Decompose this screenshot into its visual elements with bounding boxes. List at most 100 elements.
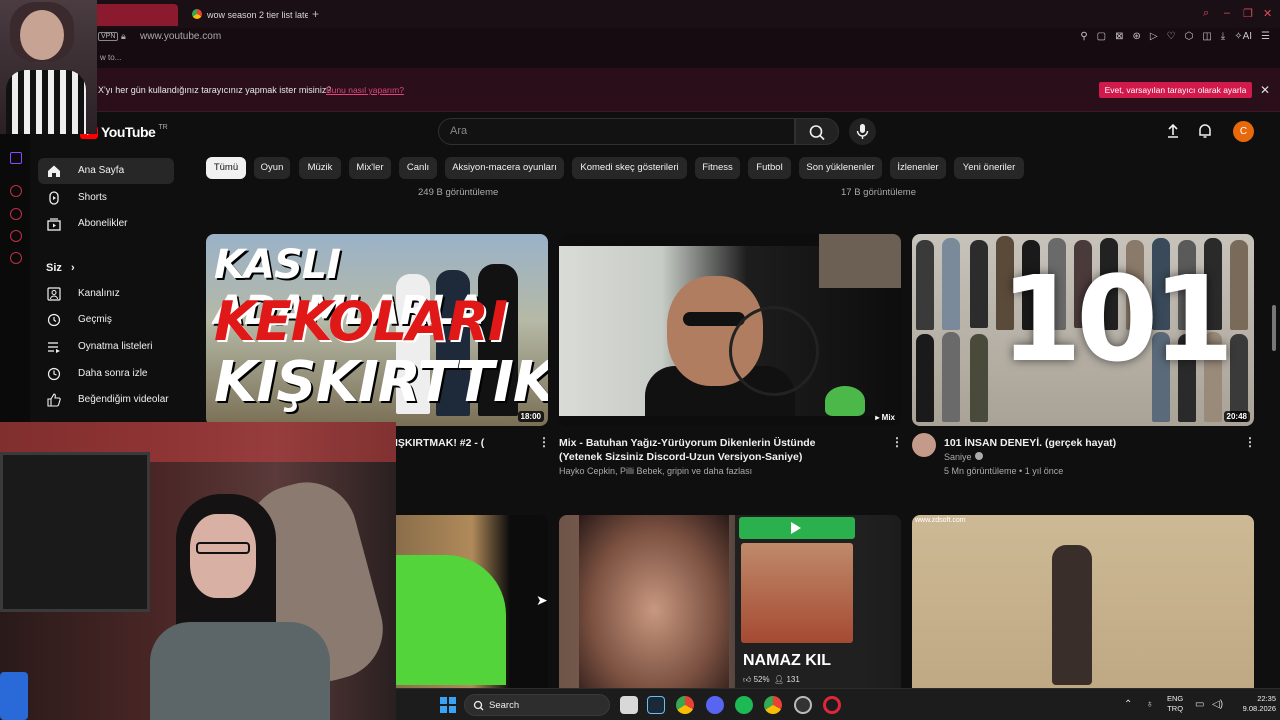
volume-icon[interactable]: ◁): [1212, 699, 1223, 710]
sidebar-item-watch-later[interactable]: Daha sonra izle: [38, 361, 174, 387]
spotify-icon[interactable]: [735, 696, 753, 714]
chip-all[interactable]: Tümü: [206, 157, 246, 179]
sidebar-item-liked[interactable]: Beğendiğim videolar: [38, 387, 174, 413]
more-options-icon[interactable]: ⋮: [1244, 435, 1256, 449]
wallet-icon[interactable]: ◫: [1202, 31, 1211, 42]
play-button-icon: [739, 517, 855, 539]
player-sidebar-icon[interactable]: [10, 185, 22, 197]
voice-search-button[interactable]: [849, 118, 876, 145]
chip-music[interactable]: Müzik: [299, 157, 341, 179]
player-icon[interactable]: ▷: [1150, 31, 1158, 42]
video-thumbnail-namaz[interactable]: NAMAZ KIL 👍︎ 52% 👤︎ 131: [559, 515, 901, 688]
download-icon[interactable]: ⤓: [1221, 31, 1225, 42]
snapshot-icon[interactable]: ▢: [1097, 31, 1106, 42]
clock-time: 22:35: [1257, 694, 1276, 703]
set-default-browser-button[interactable]: Evet, varsayılan tarayıcı olarak ayarla: [1099, 82, 1252, 98]
new-tab-button[interactable]: +: [312, 8, 324, 20]
video-thumbnail-game[interactable]: www.zdsoft.com: [912, 515, 1254, 688]
chip-action-adventure[interactable]: Aksiyon-macera oyunları: [445, 157, 564, 179]
vpn-badge[interactable]: VPN: [98, 32, 119, 41]
page-scrollbar[interactable]: [1272, 305, 1276, 351]
chip-live[interactable]: Canlı: [399, 157, 437, 179]
extensions-icon[interactable]: ⬡: [1185, 31, 1194, 42]
infobar-close-icon[interactable]: ✕: [1260, 83, 1270, 97]
channel-name[interactable]: Saniye: [944, 452, 983, 462]
mic-tray-icon[interactable]: ♁: [1146, 699, 1154, 710]
url-field[interactable]: www.youtube.com: [140, 31, 221, 42]
sidebar-item-channel[interactable]: Kanalınız: [38, 281, 174, 307]
bookmark-item[interactable]: w to...: [100, 53, 121, 62]
address-bar: VPN 🔒︎ www.youtube.com ⚲ ▢ ⊠ ⊛ ▷ ♡ ⬡ ◫ ⤓…: [0, 28, 1280, 48]
chip-recently-uploaded[interactable]: Son yüklenenler: [799, 157, 882, 179]
chip-games[interactable]: Oyun: [254, 157, 290, 179]
verified-icon: [974, 452, 983, 460]
close-window-button[interactable]: ✕: [1263, 7, 1272, 20]
network-icon[interactable]: ▭: [1195, 699, 1204, 710]
tab-bar: be wow season 2 tier list lates + ⌕ – ❐ …: [0, 0, 1280, 28]
notifications-button[interactable]: [1196, 122, 1214, 140]
sidebar-item-shorts[interactable]: Shorts: [38, 185, 174, 211]
chip-watched[interactable]: İzlenenler: [890, 157, 946, 179]
video-thumbnail-cartoon[interactable]: [396, 515, 548, 688]
windows-start-icon[interactable]: [440, 697, 456, 713]
sidebar-section-you[interactable]: Siz ›: [46, 262, 75, 274]
sidebar-item-label: Oynatma listeleri: [78, 341, 153, 352]
sidebar-item-home[interactable]: Ana Sayfa: [38, 158, 174, 184]
chrome-icon-2[interactable]: [764, 696, 782, 714]
extensions-sidebar-icon[interactable]: [10, 230, 22, 242]
more-options-icon[interactable]: ⋮: [538, 435, 550, 449]
video-thumbnail-101[interactable]: 101 20:48: [912, 234, 1254, 426]
upload-button[interactable]: [1164, 122, 1182, 140]
sidebar-item-subscriptions[interactable]: Abonelikler: [38, 211, 174, 237]
tray-overflow-icon[interactable]: ⌃: [1124, 699, 1132, 710]
chip-fitness[interactable]: Fitness: [695, 157, 740, 179]
discord-icon[interactable]: [706, 696, 724, 714]
minimize-button[interactable]: –: [1224, 7, 1230, 19]
history-sidebar-icon[interactable]: [10, 208, 22, 220]
sidebar-item-playlists[interactable]: Oynatma listeleri: [38, 334, 174, 360]
chip-sketch-comedy[interactable]: Komedi skeç gösterileri: [572, 157, 687, 179]
video-title[interactable]: 101 İNSAN DENEYİ. (gerçek hayat): [944, 436, 1224, 450]
twitch-icon[interactable]: [10, 152, 22, 164]
sidebar-item-history[interactable]: Geçmiş: [38, 307, 174, 333]
video-title[interactable]: Mix - Batuhan Yağız-Yürüyorum Dikenlerin…: [559, 436, 859, 464]
infobar-help-link[interactable]: Bunu nasıl yaparım?: [326, 85, 404, 95]
chip-mixes[interactable]: Mix'ler: [349, 157, 391, 179]
search-input[interactable]: Ara: [438, 118, 795, 145]
search-button[interactable]: [795, 118, 839, 145]
lock-icon[interactable]: 🔒︎: [121, 31, 129, 41]
pepe-emote: [825, 386, 865, 416]
more-options-icon[interactable]: ⋮: [891, 435, 903, 449]
video-thumbnail-kasli[interactable]: KASLI ADAMLARLA KEKOLARI KIŞKIRTTIK 18:0…: [206, 234, 548, 426]
task-view-icon[interactable]: [620, 696, 638, 714]
video-thumbnail-mix[interactable]: ▸ Mix: [559, 234, 901, 426]
account-avatar[interactable]: C: [1233, 121, 1254, 142]
clock[interactable]: 22:35 9.08.2026: [1232, 694, 1276, 714]
mix-label: Mix: [881, 413, 895, 422]
ai-label: AI: [1242, 31, 1253, 42]
adblock-icon[interactable]: ⊠: [1115, 31, 1123, 42]
chip-football[interactable]: Futbol: [748, 157, 791, 179]
bookmark-heart-icon[interactable]: ♡: [1167, 31, 1176, 42]
channel-avatar[interactable]: [912, 433, 936, 457]
glasses: [196, 542, 250, 554]
sidebar-item-label: Shorts: [78, 192, 107, 203]
settings-sidebar-icon[interactable]: [10, 252, 22, 264]
opera-gx-icon[interactable]: [823, 696, 841, 714]
menu-icon[interactable]: ☰: [1261, 31, 1270, 42]
language-indicator[interactable]: ENG TRQ: [1167, 694, 1183, 714]
maximize-button[interactable]: ❐: [1243, 7, 1253, 20]
chip-new-to-you[interactable]: Yeni öneriler: [954, 157, 1024, 179]
thumb-text-line3: KIŞKIRTTIK: [214, 350, 548, 415]
obs-icon[interactable]: [794, 696, 812, 714]
steam-icon[interactable]: [647, 696, 665, 714]
ai-button[interactable]: ✧AI: [1234, 31, 1252, 42]
pin-icon[interactable]: ⚲: [1080, 31, 1087, 42]
video-title[interactable]: IŞKIRTMAK! #2 - (: [395, 436, 525, 450]
tab-wow-tier-list[interactable]: wow season 2 tier list lates: [184, 4, 308, 26]
logo-region: TR: [158, 123, 168, 131]
translate-icon[interactable]: ⊛: [1133, 31, 1141, 42]
taskbar-search[interactable]: Search: [464, 694, 610, 716]
search-tabs-icon[interactable]: ⌕: [1203, 7, 1209, 20]
chrome-icon[interactable]: [676, 696, 694, 714]
